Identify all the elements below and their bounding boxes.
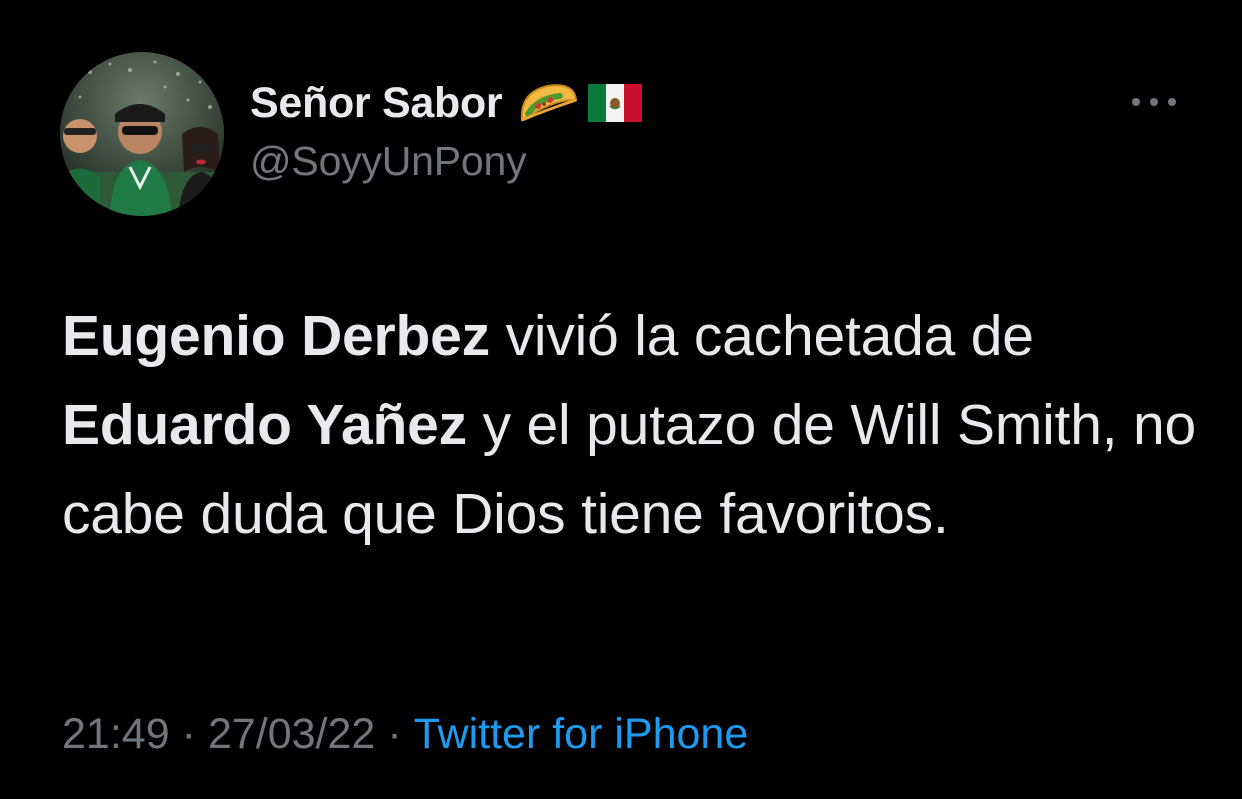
tweet-card: Señor Sabor @SoyyUnPony Eugenio Derbez v…	[0, 0, 1242, 799]
meta-separator: ·	[387, 710, 402, 758]
tweet-source-link[interactable]: Twitter for iPhone	[414, 710, 749, 758]
tweet-text: Eugenio Derbez vivió la cachetada de Edu…	[62, 292, 1202, 559]
meta-separator: ·	[181, 710, 196, 758]
avatar-photo	[60, 52, 224, 216]
avatar[interactable]	[60, 52, 224, 216]
taco-emoji	[516, 80, 580, 126]
author-block: Señor Sabor @SoyyUnPony	[250, 78, 643, 185]
name-row: Señor Sabor	[250, 78, 643, 128]
tweet-date[interactable]: 27/03/22	[208, 710, 375, 758]
display-name[interactable]: Señor Sabor	[250, 79, 503, 128]
tweet-mention-bold: Eugenio Derbez	[62, 304, 490, 368]
tweet-time[interactable]: 21:49	[62, 710, 170, 758]
more-horizontal-icon[interactable]	[1132, 94, 1176, 110]
tweet-meta: 21:49 · 27/03/22 · Twitter for iPhone	[62, 710, 748, 759]
user-handle[interactable]: @SoyyUnPony	[250, 138, 642, 185]
tweet-text-segment: vivió la cachetada de	[489, 304, 1034, 368]
mexico-flag-emoji	[588, 84, 643, 122]
tweet-mention-bold: Eduardo Yañez	[62, 393, 467, 457]
